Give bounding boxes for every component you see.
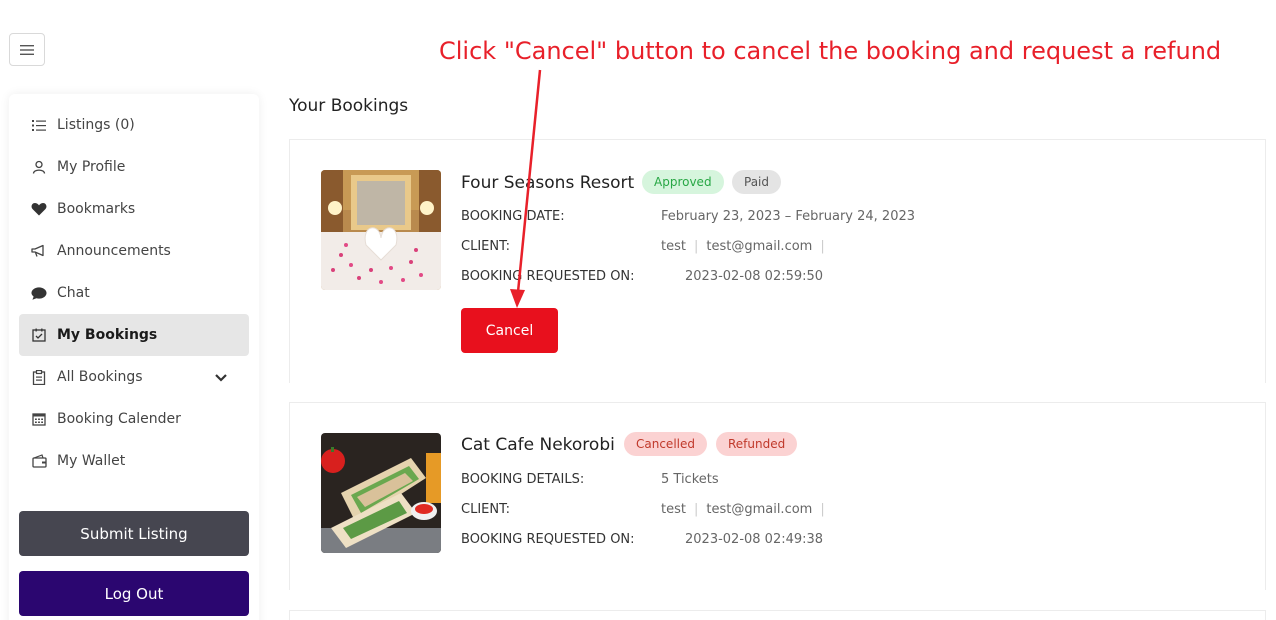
list-icon xyxy=(31,117,47,133)
booking-date-value: February 23, 2023 – February 24, 2023 xyxy=(661,209,916,224)
chevron-down-icon[interactable] xyxy=(215,370,227,386)
booking-date-label: Booking Date: xyxy=(461,209,565,224)
listing-thumbnail[interactable] xyxy=(321,170,441,290)
booking-card: Four Seasons Resort Approved Paid Bookin… xyxy=(289,139,1266,383)
sidebar-item-label: My Wallet xyxy=(57,453,126,469)
annotation-text: Click "Cancel" button to cancel the book… xyxy=(439,37,1222,65)
status-badge: Cancelled xyxy=(624,432,707,456)
booking-title[interactable]: Four Seasons Resort xyxy=(461,173,634,193)
sidebar-item-label: Announcements xyxy=(57,243,171,259)
sidebar-item-label: My Bookings xyxy=(57,327,158,343)
listing-thumbnail[interactable] xyxy=(321,433,441,553)
sidebar-item-bookmarks[interactable]: Bookmarks xyxy=(19,188,249,230)
booking-details-value: 5 Tickets xyxy=(661,472,719,487)
client-email[interactable]: test@gmail.com xyxy=(706,239,812,254)
sidebar-item-label: Listings (0) xyxy=(57,117,135,133)
sidebar-item-my-wallet[interactable]: My Wallet xyxy=(19,440,249,482)
sidebar-item-label: All Bookings xyxy=(57,369,143,385)
user-icon xyxy=(31,159,47,175)
menu-toggle-button[interactable] xyxy=(9,33,45,66)
requested-value: 2023-02-08 02:49:38 xyxy=(685,532,824,547)
chat-icon xyxy=(31,285,47,301)
sidebar-item-booking-calender[interactable]: Booking Calender xyxy=(19,398,249,440)
page-title: Your Bookings xyxy=(289,96,409,116)
client-email[interactable]: test@gmail.com xyxy=(706,502,812,517)
client-name: test xyxy=(661,502,686,517)
payment-badge: Paid xyxy=(732,170,782,194)
requested-label: Booking Requested On: xyxy=(461,532,635,547)
sidebar-item-label: Booking Calender xyxy=(57,411,181,427)
submit-listing-button[interactable]: Submit Listing xyxy=(19,511,249,556)
megaphone-icon xyxy=(31,243,47,259)
sidebar: Listings (0) My Profile Bookmarks Announ… xyxy=(9,94,259,620)
sidebar-item-listings[interactable]: Listings (0) xyxy=(19,104,249,146)
calendar-check-icon xyxy=(31,327,47,343)
heart-icon xyxy=(31,201,47,217)
client-label: Client: xyxy=(461,239,510,254)
hamburger-icon xyxy=(20,44,34,55)
sidebar-item-all-bookings[interactable]: All Bookings xyxy=(19,356,249,398)
requested-label: Booking Requested On: xyxy=(461,269,635,284)
requested-value: 2023-02-08 02:59:50 xyxy=(685,269,824,284)
booking-details-label: Booking Details: xyxy=(461,472,585,487)
booking-card: Cat Cafe Nekorobi Cancelled Refunded Boo… xyxy=(289,402,1266,590)
client-name: test xyxy=(661,239,686,254)
cancel-button[interactable]: Cancel xyxy=(461,308,558,353)
sidebar-item-label: Chat xyxy=(57,285,90,301)
status-badge: Approved xyxy=(642,170,724,194)
sidebar-item-my-profile[interactable]: My Profile xyxy=(19,146,249,188)
logout-button[interactable]: Log Out xyxy=(19,571,249,616)
calendar-icon xyxy=(31,411,47,427)
sidebar-item-label: Bookmarks xyxy=(57,201,136,217)
booking-card xyxy=(289,610,1266,620)
wallet-icon xyxy=(31,453,47,469)
sidebar-item-announcements[interactable]: Announcements xyxy=(19,230,249,272)
sidebar-item-label: My Profile xyxy=(57,159,126,175)
payment-badge: Refunded xyxy=(716,432,798,456)
sidebar-item-chat[interactable]: Chat xyxy=(19,272,249,314)
booking-title[interactable]: Cat Cafe Nekorobi xyxy=(461,435,615,455)
clipboard-icon xyxy=(31,369,47,385)
sidebar-item-my-bookings[interactable]: My Bookings xyxy=(19,314,249,356)
client-label: Client: xyxy=(461,502,510,517)
